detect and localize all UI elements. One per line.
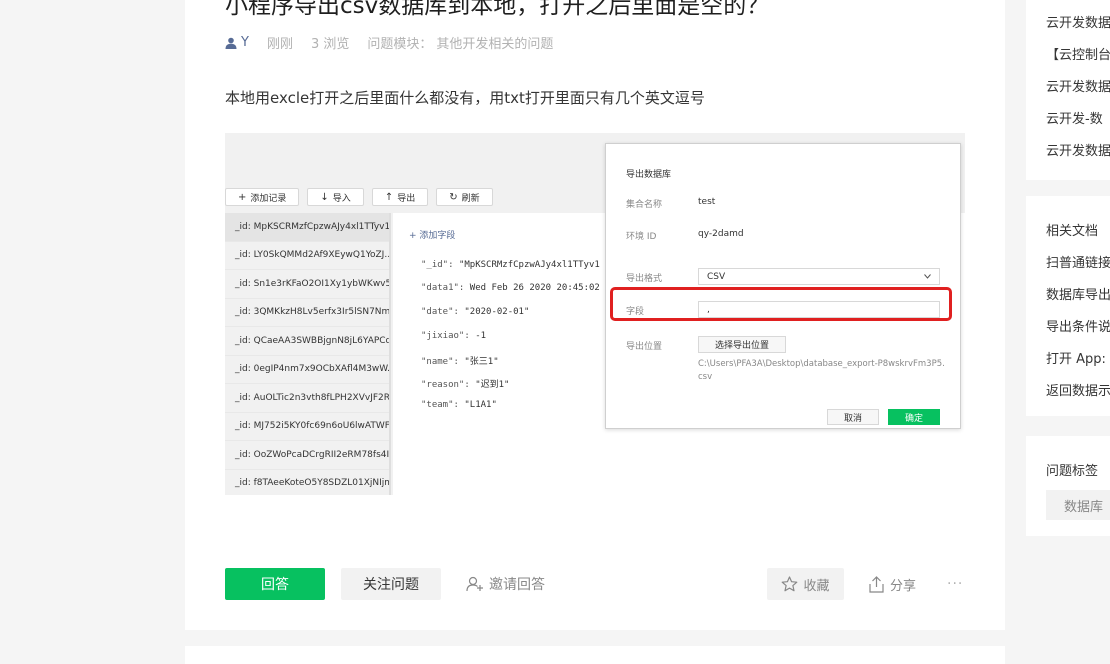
list-item: _id: QCaeAA3SWBBjgnN8jL6YAPCd... (225, 327, 389, 356)
chevron-down-icon (924, 274, 931, 279)
list-item: _id: f8TAeeKoteO5Y8SDZL01XjNIjm... (225, 470, 389, 496)
question-tags-panel: 问题标签 数据库 (1026, 436, 1110, 536)
related-questions-panel: 云开发数据 【云控制台 云开发数据 云开发-数 云开发数据 (1026, 0, 1110, 180)
list-item: _id: LY0SkQMMd2Af9XEywQ1YoZJ... (225, 242, 389, 270)
tag-database[interactable]: 数据库 (1046, 490, 1110, 520)
post-time: 刚刚 (266, 37, 293, 52)
list-item: _id: 0egIP4nm7x9OCbXAfl4M3wW... (225, 356, 389, 384)
attached-screenshot[interactable]: + 添加记录 ↓ 导入 ↑ 导出 ↻ 刷新 _id: MpKSCRMzfCpzwAJy4… (225, 133, 965, 495)
doc-field: "team": "L1A1" (421, 400, 497, 410)
refresh-button: ↻ 刷新 (436, 188, 493, 206)
dialog-title: 导出数据库 (626, 170, 672, 180)
related-question-link[interactable]: 云开发数据 (1046, 76, 1110, 95)
highlight-box (610, 287, 952, 321)
doc-field: "data1": Wed Feb 26 2020 20:45:02 (421, 283, 600, 293)
invite-user-icon (466, 576, 483, 592)
share-icon (869, 575, 884, 593)
question-title: 小程序导出csv数据库到本地，打开之后里面是空的？ (225, 0, 770, 19)
related-question-link[interactable]: 云开发-数 (1046, 108, 1103, 127)
question-description: 本地用excle打开之后里面什么都没有，用txt打开里面只有几个英文逗号 (225, 89, 705, 107)
next-card (185, 646, 1005, 664)
list-item: _id: 3QMKkzH8Lv5erfx3Ir5lSN7Nm... (225, 299, 389, 327)
author-name: Y (241, 35, 249, 50)
format-select: CSV (698, 268, 940, 285)
related-doc-link[interactable]: 扫普通链接 (1046, 252, 1110, 271)
db-toolbar: + 添加记录 ↓ 导入 ↑ 导出 ↻ 刷新 (225, 188, 501, 206)
list-item: _id: Sn1e3rKFaO2OI1Xy1ybWKwv5... (225, 270, 389, 299)
tags-title: 问题标签 (1046, 464, 1099, 479)
download-icon: ↓ (320, 191, 329, 203)
format-label: 导出格式 (626, 274, 663, 284)
related-doc-link[interactable]: 返回数据示 (1046, 380, 1110, 399)
user-icon (225, 37, 237, 49)
invite-answer-button[interactable]: 邀请回答 (466, 568, 545, 600)
related-doc-link[interactable]: 数据库导出 (1046, 284, 1110, 303)
choose-location-button: 选择导出位置 (698, 336, 786, 353)
module-link[interactable]: 其他开发相关的问题 (436, 33, 553, 52)
more-button[interactable]: ··· (947, 568, 963, 600)
export-button: ↑ 导出 (371, 188, 429, 206)
list-item: _id: MpKSCRMzfCpzwAJy4xl1TTyv1... (225, 213, 389, 242)
env-label: 环境 ID (626, 232, 657, 242)
related-docs-panel: 相关文档 扫普通链接 数据库导出 导出条件说 打开 App: 返回数据示 (1026, 196, 1110, 416)
related-question-link[interactable]: 【云控制台 (1046, 44, 1110, 63)
question-meta: Y 刚刚 3 浏览 问题模块： 其他开发相关的问题 (225, 33, 571, 52)
module-label: 问题模块： (367, 37, 433, 52)
author-link[interactable]: Y (225, 35, 249, 50)
related-doc-link[interactable]: 导出条件说 (1046, 316, 1110, 335)
cancel-button: 取消 (827, 409, 879, 425)
follow-question-button[interactable]: 关注问题 (341, 568, 441, 600)
record-id-list: _id: MpKSCRMzfCpzwAJy4xl1TTyv1... _id: L… (225, 213, 391, 495)
answer-button[interactable]: 回答 (225, 568, 325, 600)
collection-value: test (698, 197, 716, 207)
location-label: 导出位置 (626, 342, 663, 352)
list-item: _id: OoZWoPcaDCrgRII2eRM78fs4I... (225, 441, 389, 470)
add-field-link: + 添加字段 (409, 231, 456, 241)
export-path: C:\Users\PFA3A\Desktop\database_export-P… (698, 359, 945, 382)
env-value: qy-2damd (698, 229, 744, 239)
list-item: _id: MJ752i5KY0fc69n6oU6lwATWF... (225, 413, 389, 441)
related-docs-title: 相关文档 (1046, 224, 1099, 239)
list-item: _id: AuOLTic2n3vth8fLPH2XVvJF2R... (225, 384, 389, 413)
add-record-button: + 添加记录 (225, 188, 300, 206)
collection-label: 集合名称 (626, 200, 663, 210)
view-count: 3 浏览 (310, 37, 350, 52)
related-question-link[interactable]: 云开发数据 (1046, 12, 1110, 31)
doc-field: "jixiao": -1 (421, 331, 487, 341)
upload-icon: ↑ (384, 191, 394, 203)
plus-icon: + (238, 191, 247, 203)
related-doc-link[interactable]: 打开 App: (1046, 348, 1106, 367)
export-dialog: 导出数据库 集合名称 test 环境 ID qy-2damd 导出格式 CSV … (605, 143, 961, 429)
question-card: 小程序导出csv数据库到本地，打开之后里面是空的？ Y 刚刚 3 浏览 问题模块… (185, 0, 1005, 630)
star-icon (782, 576, 798, 592)
doc-field: "name": "张三1" (421, 357, 499, 367)
share-button[interactable]: 分享 (869, 568, 916, 600)
doc-field: "date": "2020-02-01" (421, 307, 530, 317)
related-question-link[interactable]: 云开发数据 (1046, 140, 1110, 159)
doc-field: "_id": "MpKSCRMzfCpzwAJy4xl1TTyv1 (421, 260, 600, 270)
refresh-icon: ↻ (449, 191, 458, 203)
confirm-button: 确定 (888, 409, 940, 425)
collect-button[interactable]: 收藏 (767, 568, 844, 600)
doc-field: "reason": "迟到1" (421, 380, 510, 390)
import-button: ↓ 导入 (307, 188, 364, 206)
